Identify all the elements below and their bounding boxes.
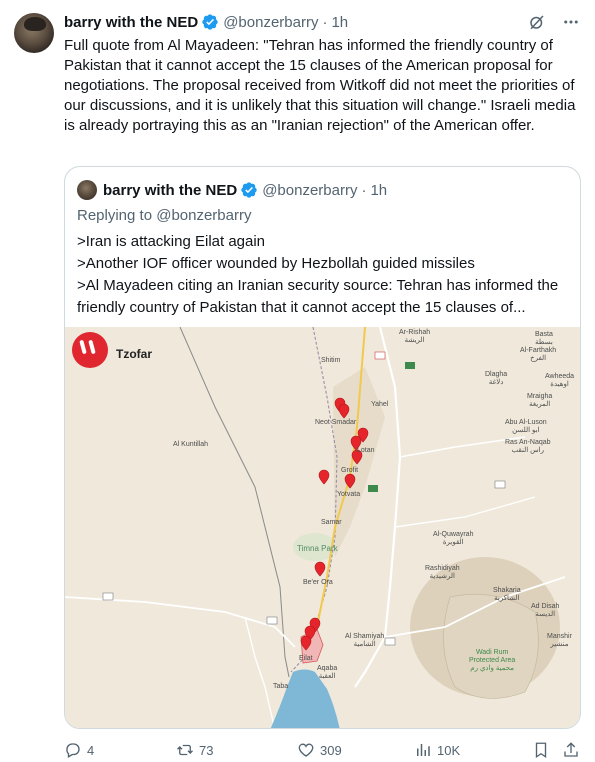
quoted-post[interactable]: barry with the NED @bonzerbarry · 1h Rep…	[64, 166, 581, 729]
map-label: Ras An-Naqab راس النقب	[505, 439, 551, 454]
views-button[interactable]: 10K	[414, 741, 460, 759]
verified-badge-icon	[241, 182, 257, 198]
repost-button[interactable]: 73	[176, 741, 213, 759]
bookmark-button[interactable]	[532, 741, 555, 759]
quoted-post-header: barry with the NED @bonzerbarry · 1h	[77, 180, 387, 200]
map-label: Shakaria الشاكرية	[493, 587, 521, 602]
map-label: Mraigha المريغة	[527, 393, 553, 408]
map-label: Wadi Rum Protected Area محمية وادي رم	[469, 649, 516, 672]
heart-icon	[298, 743, 314, 757]
post-header: barry with the NED @bonzerbarry · 1h	[64, 12, 348, 32]
map-label: Aqaba العقبة	[317, 665, 338, 680]
post-actions: 4 73 309 10K	[64, 741, 581, 761]
map-image[interactable]: Tzofar Ar-Rishah الريشة Basta بسطة Al-Fa…	[65, 327, 580, 728]
like-count: 309	[320, 742, 342, 758]
share-icon	[564, 742, 578, 757]
author-avatar[interactable]	[14, 13, 54, 53]
quoted-author-handle: @bonzerbarry	[262, 181, 358, 199]
map-label: Yotvata	[337, 491, 361, 498]
replying-to: Replying to @bonzerbarry	[77, 207, 252, 224]
repost-icon	[177, 744, 193, 756]
header-actions	[527, 12, 581, 32]
reply-icon	[66, 743, 80, 758]
repost-count: 73	[199, 742, 214, 758]
separator: ·	[322, 13, 328, 31]
analytics-icon	[417, 744, 430, 756]
tzofar-logo-icon	[72, 332, 108, 368]
views-count: 10K	[437, 742, 461, 758]
quoted-post-time: 1h	[370, 181, 388, 199]
quoted-author-name: barry with the NED	[103, 181, 238, 199]
map-label: Be'er Ora	[303, 579, 333, 586]
like-button[interactable]: 309	[297, 741, 342, 759]
reply-count: 4	[87, 742, 95, 758]
map-label: Grofit	[341, 467, 359, 474]
post-text: Full quote from Al Mayadeen: "Tehran has…	[64, 37, 576, 134]
map-label: Al-Farthakh الفرخ	[520, 347, 557, 362]
map-label: Awheeda اوهيدة	[545, 373, 575, 388]
reply-button[interactable]: 4	[64, 741, 94, 759]
map-label: Ar-Rishah الريشة	[399, 329, 431, 344]
tzofar-brand-name: Tzofar	[116, 347, 152, 361]
author-name[interactable]: barry with the NED	[64, 14, 198, 31]
map-label: Timna Park	[297, 544, 338, 553]
post-time[interactable]: 1h	[331, 14, 348, 31]
quoted-author-avatar	[77, 180, 97, 200]
author-handle[interactable]: @bonzerbarry	[223, 14, 318, 31]
map-label: Al-Quwayrah القويرة	[433, 531, 474, 546]
map-label: Lotan	[357, 447, 375, 454]
bookmark-icon	[535, 742, 547, 759]
map-label: Manshir منشير	[547, 633, 572, 648]
map-label: Samar	[321, 519, 342, 526]
map-label: Al Shamiyah الشامية	[345, 633, 385, 648]
share-button[interactable]	[562, 741, 585, 759]
map-label: Rashidiyah الرشيدية	[425, 565, 460, 580]
map-label: Yahel	[371, 401, 389, 408]
tzofar-brand: Tzofar	[72, 332, 152, 368]
map-label: Dlagha دلاغة	[485, 371, 508, 386]
quoted-post-text: >Iran is attacking Eilat again >Another …	[77, 233, 559, 316]
map-label: Eilat	[299, 655, 313, 662]
map-label: Al Kuntillah	[173, 441, 209, 448]
separator: ·	[361, 181, 367, 199]
more-options-icon[interactable]	[561, 12, 581, 32]
map-label: Abu Al-Luson ابو اللسن	[505, 419, 547, 434]
map-label: Shitim	[321, 357, 341, 364]
map-label: Neot Smadar	[315, 419, 357, 426]
grok-icon[interactable]	[527, 12, 547, 32]
map-label: Taba	[273, 683, 289, 690]
map-label: Basta بسطة	[535, 331, 553, 346]
map-label: Ad Disah الديسة	[531, 603, 560, 618]
verified-badge-icon	[202, 14, 218, 30]
